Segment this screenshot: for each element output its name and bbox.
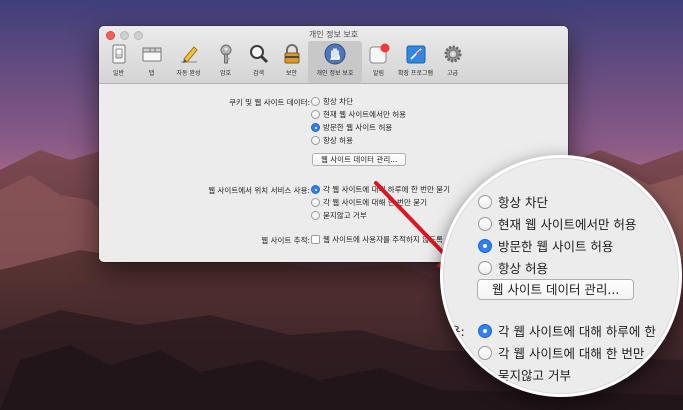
cookies-option-always-allow[interactable]: 항상 허용 xyxy=(311,135,353,146)
radio-button[interactable] xyxy=(311,211,320,220)
radio-button[interactable] xyxy=(311,97,320,106)
radio-button[interactable] xyxy=(311,136,320,145)
radio-button xyxy=(478,194,492,209)
tab-notifications[interactable]: 알림 xyxy=(362,41,395,83)
radio-button xyxy=(478,367,492,382)
tab-label: 탭 xyxy=(148,70,155,77)
magnified-option: 각 웹 사이트에 대해 한 번만 xyxy=(478,343,644,362)
radio-button xyxy=(478,216,492,231)
tab-label: 보안 xyxy=(285,70,298,77)
magnified-option: 묻지않고 거부 xyxy=(478,365,571,384)
hand-icon xyxy=(324,43,346,65)
tab-label: 일반 xyxy=(112,70,125,77)
tab-label: 검색 xyxy=(252,70,265,77)
magnified-option: 항상 차단 xyxy=(478,192,548,211)
do-not-track-option[interactable]: 웹 사이트에 사용자를 추적하지 않도록 요청 xyxy=(311,234,459,245)
radio-button[interactable] xyxy=(311,198,320,207)
tab-label: 고급 xyxy=(446,70,459,77)
magnifying-glass-icon xyxy=(249,45,268,64)
location-services-label: 웹 사이트에서 위치 서비스 사용: xyxy=(208,186,310,195)
location-option-daily[interactable]: 각 웹 사이트에 대해 하루에 한 번만 묻기 xyxy=(311,184,450,195)
window-title: 개인 정보 보호 xyxy=(308,30,359,39)
magnified-manage-button: 웹 사이트 데이터 관리... xyxy=(477,279,635,300)
tab-passwords[interactable]: 암호 xyxy=(209,41,242,83)
cookies-option-visited-sites[interactable]: 방문한 웹 사이트 허용 xyxy=(311,122,392,133)
tab-label: 알림 xyxy=(372,70,385,77)
magnified-option: 항상 허용 xyxy=(478,258,548,277)
magnified-option: 방문한 웹 사이트 허용 xyxy=(478,236,613,255)
lock-icon xyxy=(284,44,299,64)
cookies-option-current-site[interactable]: 현재 웹 사이트에서만 허용 xyxy=(311,109,406,120)
cookies-label: 쿠키 및 웹 사이트 데이터: xyxy=(228,98,310,107)
key-icon xyxy=(220,44,231,64)
manage-website-data-button[interactable]: 웹 사이트 데이터 관리... xyxy=(312,153,407,166)
tab-label: 개인 정보 보호 xyxy=(316,70,354,77)
radio-button-selected[interactable] xyxy=(311,123,320,132)
tab-tabs[interactable]: 탭 xyxy=(135,41,168,83)
cookies-option-always-block[interactable]: 항상 차단 xyxy=(311,96,353,107)
window-titlebar: 개인 정보 보호 일반 탭 자동 완성 암호 검색 보안 개인 정보 보호 알림… xyxy=(99,26,568,84)
radio-button-selected[interactable] xyxy=(311,185,320,194)
radio-button xyxy=(478,345,492,360)
tab-label: 암호 xyxy=(219,70,232,77)
radio-button-selected xyxy=(478,323,492,338)
tab-advanced[interactable]: 고급 xyxy=(436,41,469,83)
location-option-deny[interactable]: 묻지않고 거부 xyxy=(311,210,367,221)
tab-general[interactable]: 일반 xyxy=(102,41,135,83)
radio-button xyxy=(478,260,492,275)
tab-extensions[interactable]: 확장 프로그램 xyxy=(395,41,436,83)
preferences-toolbar: 일반 탭 자동 완성 암호 검색 보안 개인 정보 보호 알림 확장 프로그램 … xyxy=(102,41,469,83)
gear-icon xyxy=(444,45,461,63)
magnified-location-label: 용: xyxy=(449,324,465,339)
general-switch-icon xyxy=(112,44,125,64)
location-option-once[interactable]: 각 웹 사이트에 대해 한 번만 묻기 xyxy=(311,197,427,208)
magnified-view: 항상 차단 현재 웹 사이트에서만 허용 방문한 웹 사이트 허용 항상 허용 … xyxy=(440,155,682,397)
magnified-option: 현재 웹 사이트에서만 허용 xyxy=(478,214,636,233)
tab-label: 자동 완성 xyxy=(176,70,201,77)
tabs-icon xyxy=(142,47,161,62)
do-not-track-checkbox[interactable] xyxy=(311,235,320,244)
autofill-pencil-icon xyxy=(180,46,198,63)
puzzle-compass-icon xyxy=(406,45,425,64)
website-tracking-label: 웹 사이트 추적: xyxy=(261,236,310,245)
magnified-option: 각 웹 사이트에 대해 하루에 한 xyxy=(478,321,656,340)
tab-security[interactable]: 보안 xyxy=(275,41,308,83)
radio-button[interactable] xyxy=(311,110,320,119)
tab-privacy[interactable]: 개인 정보 보호 xyxy=(308,41,362,83)
notification-icon xyxy=(369,43,389,64)
tab-search[interactable]: 검색 xyxy=(242,41,275,83)
tab-autofill[interactable]: 자동 완성 xyxy=(168,41,209,83)
radio-button-selected xyxy=(478,238,492,253)
tab-label: 확장 프로그램 xyxy=(397,70,434,77)
